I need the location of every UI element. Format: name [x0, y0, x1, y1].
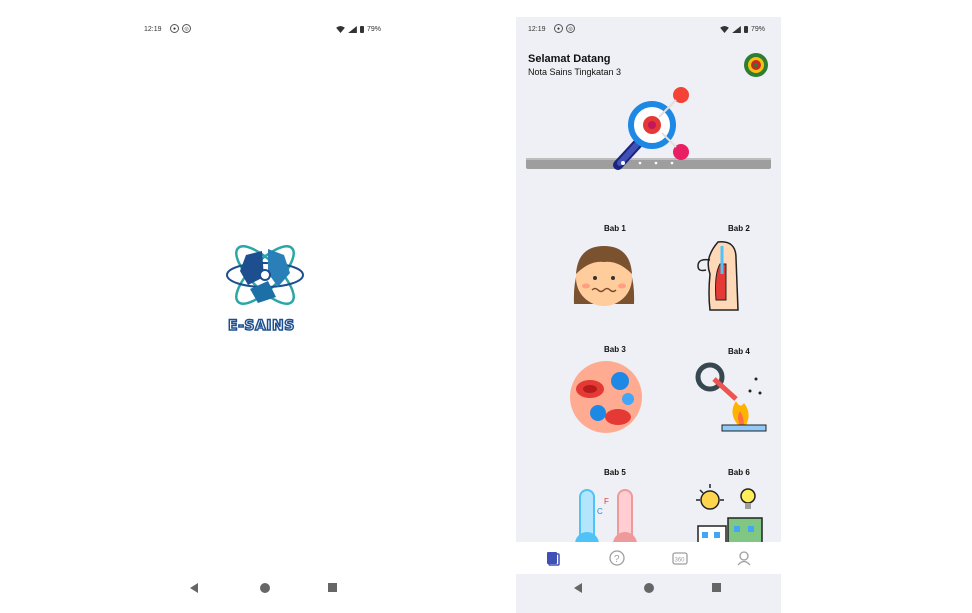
- status-bar: 12:19 ● ◎ 79%: [132, 23, 397, 39]
- chapter-label: Bab 4: [728, 347, 750, 356]
- svg-text:?: ?: [614, 554, 620, 565]
- chapter-label: Bab 2: [728, 224, 750, 233]
- welcome-title: Selamat Datang: [528, 53, 611, 65]
- status-right: 79%: [720, 26, 765, 33]
- burner-experiment-icon: [695, 362, 767, 432]
- energy-city-icon: [696, 484, 763, 542]
- notification-icons: ● ◎: [170, 24, 191, 33]
- notification-icons: ● ◎: [554, 24, 575, 33]
- battery-icon: [359, 26, 364, 33]
- back-icon[interactable]: [190, 583, 198, 593]
- chapter-card-bab-5[interactable]: Bab 5 F C: [540, 468, 650, 542]
- chapter-card-bab-3[interactable]: Bab 3: [540, 345, 650, 457]
- user-icon[interactable]: [736, 550, 752, 566]
- notification-icon: ●: [170, 24, 179, 33]
- notification-icon: ●: [554, 24, 563, 33]
- bottom-navigation: ? 360: [516, 542, 781, 574]
- svg-text:360: 360: [675, 558, 686, 564]
- face-icon: [573, 246, 635, 306]
- blood-cells-icon: [570, 361, 642, 433]
- welcome-header: Selamat Datang Nota Sains Tingkatan 3: [528, 53, 621, 77]
- chapter-label: Bab 5: [604, 468, 626, 477]
- chapter-card-bab-6[interactable]: Bab 6: [664, 468, 774, 542]
- svg-text:C: C: [597, 507, 603, 516]
- battery-level: 79%: [366, 26, 381, 33]
- camera-360-icon[interactable]: 360: [672, 550, 688, 566]
- recents-icon[interactable]: [712, 583, 721, 592]
- profile-badge-icon[interactable]: [743, 52, 769, 78]
- wifi-icon: [336, 26, 345, 33]
- chapter-card-bab-4[interactable]: Bab 4: [664, 347, 774, 459]
- home-icon[interactable]: [260, 583, 270, 593]
- logo-text: E-SAINS: [227, 317, 295, 335]
- wifi-icon: [720, 26, 729, 33]
- chapter-grid: Bab 1 Bab 2 Bab 3 Bab 4 Bab 5 F C Bab 6: [516, 222, 781, 542]
- splash-screen: 12:19 ● ◎ 79% E-SAINS: [132, 17, 397, 613]
- svg-text:F: F: [604, 497, 609, 506]
- back-icon[interactable]: [574, 583, 582, 593]
- chapter-label: Bab 3: [604, 345, 626, 354]
- status-time: 12:19: [528, 26, 546, 33]
- system-nav-bar: [516, 581, 781, 601]
- status-right: 79%: [336, 26, 381, 33]
- thermometer-icon: F C: [575, 489, 637, 542]
- notification-icon: ◎: [182, 24, 191, 33]
- lungs-icon: [697, 241, 739, 311]
- system-nav-bar: [132, 581, 397, 601]
- book-icon[interactable]: [545, 550, 561, 566]
- home-screen: 12:19 ● ◎ 79% Selamat Datang Nota Sains T…: [516, 17, 781, 613]
- recents-icon[interactable]: [328, 583, 337, 592]
- status-bar: 12:19 ● ◎ 79%: [516, 23, 781, 39]
- question-icon[interactable]: ?: [609, 550, 625, 566]
- chapter-card-bab-2[interactable]: Bab 2: [664, 224, 774, 336]
- signal-icon: [348, 26, 357, 33]
- battery-icon: [743, 26, 748, 33]
- welcome-subtitle: Nota Sains Tingkatan 3: [528, 67, 622, 77]
- status-time: 12:19: [144, 26, 162, 33]
- chapter-label: Bab 1: [604, 224, 626, 233]
- home-icon[interactable]: [644, 583, 654, 593]
- chapter-label: Bab 6: [728, 468, 750, 477]
- notification-icon: ◎: [566, 24, 575, 33]
- signal-icon: [732, 26, 741, 33]
- battery-level: 79%: [750, 26, 765, 33]
- chapter-card-bab-1[interactable]: Bab 1: [540, 224, 650, 336]
- banner-carousel[interactable]: [526, 87, 771, 177]
